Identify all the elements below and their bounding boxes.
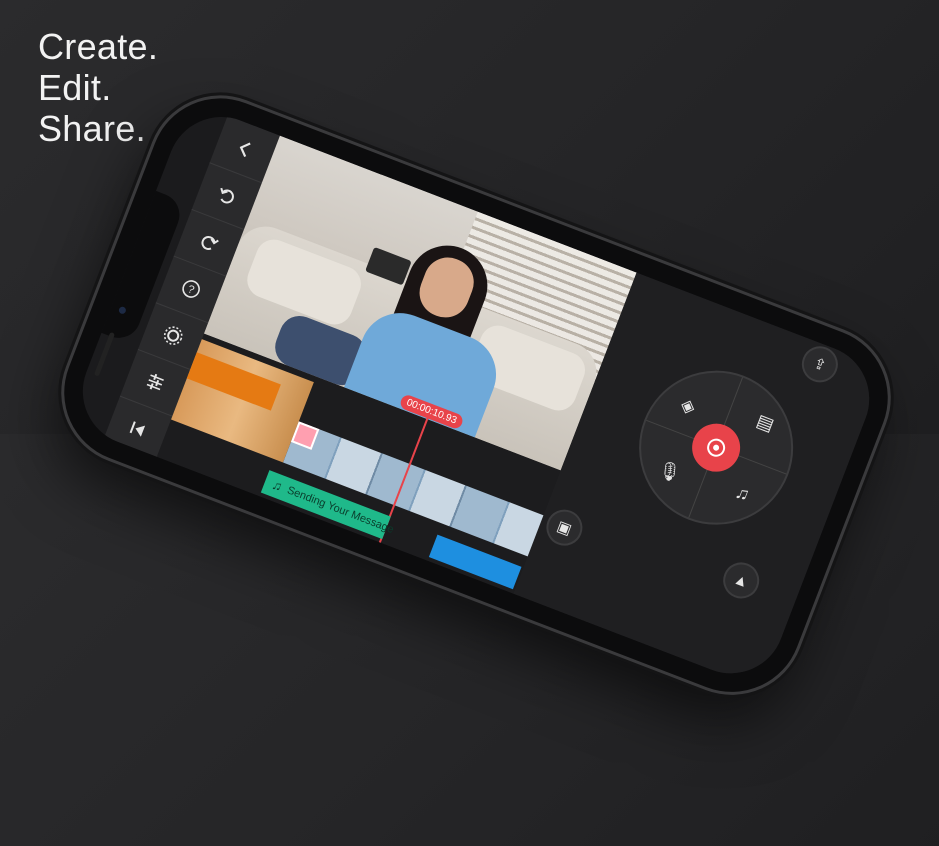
phone-frame: ? 00:00:10.93 ♫ Sending Your Message ▣ ⇪… xyxy=(43,78,909,713)
microphone-icon: 🎙 xyxy=(655,457,684,485)
asset-store-button[interactable]: ▣ xyxy=(541,504,588,551)
layers-icon: ◈ xyxy=(678,393,699,418)
skip-to-start-icon xyxy=(129,421,146,437)
earpiece-speaker xyxy=(93,331,116,377)
play-button[interactable]: ▲ xyxy=(717,557,765,604)
tagline: Create. Edit. Share. xyxy=(38,26,158,149)
app-screen: ? 00:00:10.93 ♫ Sending Your Message ▣ ⇪… xyxy=(67,101,885,690)
tagline-line-create: Create. xyxy=(38,26,159,67)
share-button[interactable]: ⇪ xyxy=(796,341,844,388)
store-icon: ▣ xyxy=(554,517,574,539)
music-note-icon: ♫ xyxy=(732,480,753,505)
redo-icon xyxy=(201,236,219,250)
gear-icon xyxy=(163,326,183,345)
tagline-line-share: Share. xyxy=(38,108,146,149)
chevron-left-icon xyxy=(239,142,251,158)
media-icon: ▤ xyxy=(754,409,778,435)
svg-text:?: ? xyxy=(186,283,196,296)
camera-shutter-icon xyxy=(707,438,726,457)
phone-mockup: ? 00:00:10.93 ♫ Sending Your Message ▣ ⇪… xyxy=(12,78,939,846)
voice-record-button[interactable]: 🎙 xyxy=(654,456,685,487)
audio-button[interactable]: ♫ xyxy=(727,478,758,509)
help-icon: ? xyxy=(182,280,200,298)
media-wheel: ◈ ▤ ♫ 🎙 xyxy=(616,348,816,548)
undo-icon xyxy=(220,187,234,204)
tagline-line-edit: Edit. xyxy=(38,67,112,108)
play-icon: ▲ xyxy=(731,569,752,592)
record-button[interactable] xyxy=(685,416,748,479)
music-note-icon: ♫ xyxy=(270,476,285,495)
sliders-icon xyxy=(146,373,164,391)
export-icon: ⇪ xyxy=(810,354,829,375)
layers-button[interactable]: ◈ xyxy=(673,390,704,421)
front-camera xyxy=(117,305,127,315)
